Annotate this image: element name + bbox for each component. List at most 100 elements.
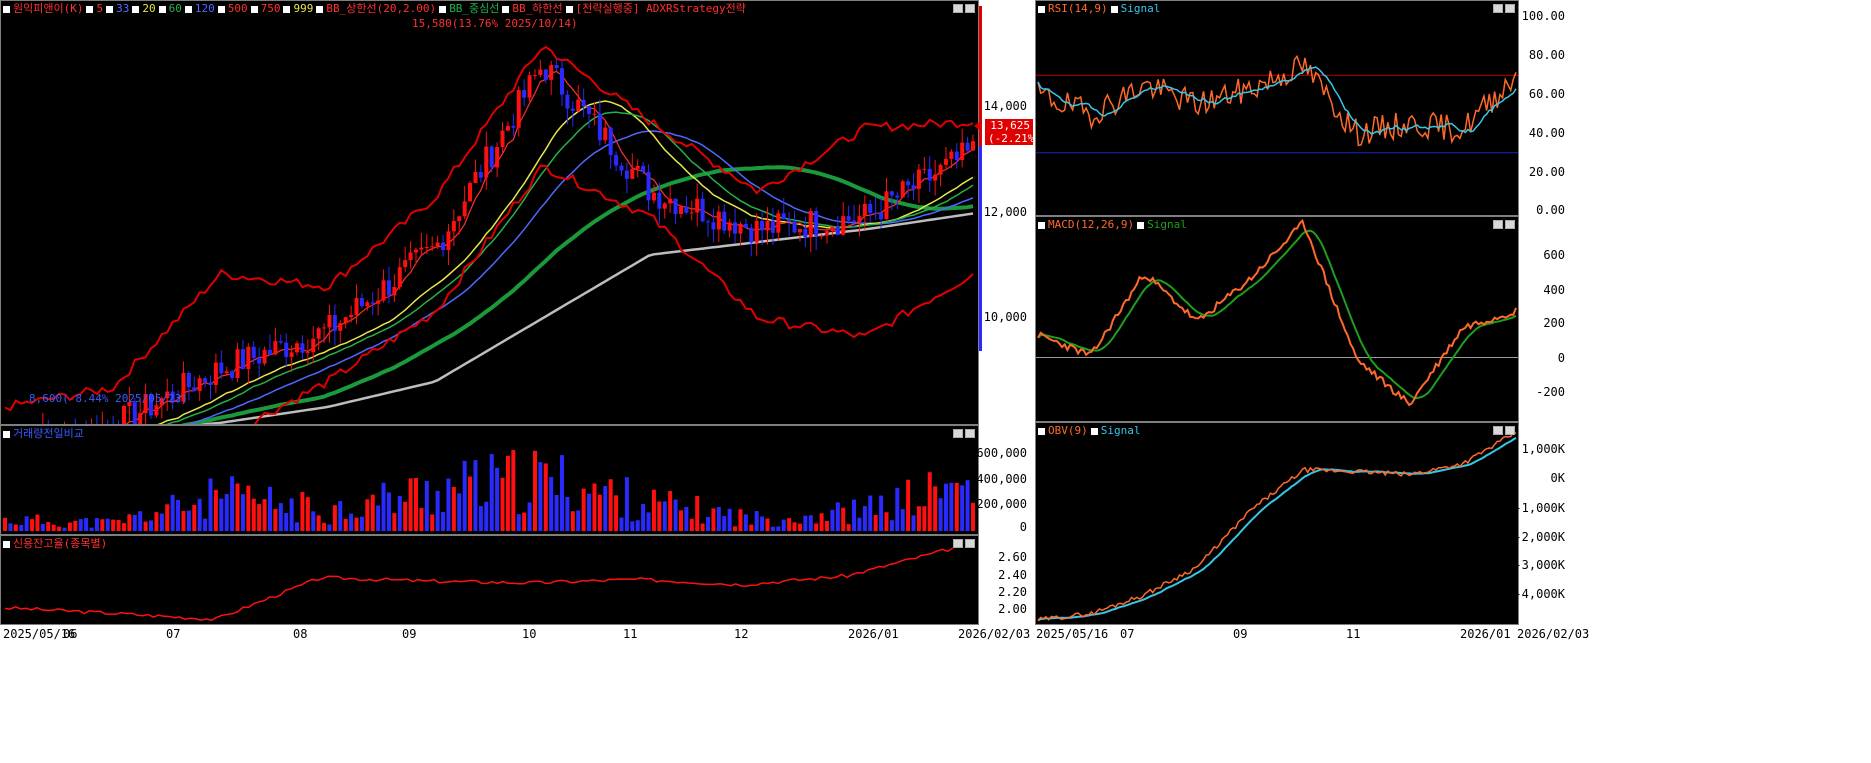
volume-bar [673, 499, 678, 531]
close-button[interactable] [965, 4, 975, 13]
candle-body [538, 69, 543, 76]
volume-bar [516, 514, 521, 531]
volume-bar [392, 513, 397, 531]
volume-bar [159, 513, 164, 531]
candle-body [862, 203, 867, 217]
candle-body [230, 371, 235, 378]
candle-body [879, 212, 884, 220]
close-button[interactable] [1505, 4, 1515, 13]
volume-bar [765, 518, 770, 531]
candle-body [203, 378, 208, 383]
minimize-button[interactable] [953, 429, 963, 438]
window-buttons[interactable] [1491, 219, 1515, 232]
volume-bar [846, 524, 851, 531]
candle-body [478, 172, 483, 178]
rsi-line [1037, 54, 1517, 147]
candle-body [819, 235, 824, 237]
volume-bar [300, 492, 305, 531]
candle-body [219, 362, 224, 374]
candle-body [208, 382, 213, 386]
price-tick: 12,000 [983, 205, 1027, 219]
close-button[interactable] [965, 539, 975, 548]
volume-bar [408, 478, 413, 531]
volume-bar [911, 515, 916, 531]
close-button[interactable] [1505, 426, 1515, 435]
x-tick: 2025/05/16 [1036, 627, 1109, 641]
candle-body [695, 198, 700, 213]
volume-bar [678, 510, 683, 531]
volume-panel: 거래량전일비교 [0, 425, 979, 535]
candle-body [403, 260, 408, 268]
window-buttons[interactable] [951, 3, 975, 16]
minimize-button[interactable] [1493, 220, 1503, 229]
candle-body [300, 343, 305, 353]
volume-bar [441, 511, 446, 531]
close-button[interactable] [965, 429, 975, 438]
volume-bar [3, 517, 7, 531]
candle-body [343, 317, 348, 324]
candle-body [911, 185, 916, 189]
volume-bar [646, 512, 651, 531]
volume-bar [354, 517, 359, 531]
volume-bar [954, 482, 959, 531]
volume-bar [386, 492, 391, 531]
volume-bar [457, 493, 462, 531]
minimize-button[interactable] [1493, 426, 1503, 435]
volume-bar [349, 513, 354, 531]
macd-panel: MACD(12,26,9) Signal [1035, 216, 1519, 422]
window-buttons[interactable] [1491, 3, 1515, 16]
rsi-tick: 40.00 [1528, 126, 1565, 140]
rsi-tick: 80.00 [1528, 48, 1565, 62]
candle-body [954, 151, 959, 161]
window-buttons[interactable] [951, 428, 975, 441]
candle-body [668, 198, 673, 204]
minimize-button[interactable] [953, 539, 963, 548]
candle-body [689, 212, 694, 214]
candle-body [489, 146, 494, 168]
candle-body [376, 300, 381, 304]
minimize-button[interactable] [1493, 4, 1503, 13]
rsi-tick: 60.00 [1528, 87, 1565, 101]
volume-bar [289, 498, 294, 531]
candle-body [138, 413, 143, 424]
volume-bar [257, 504, 262, 531]
volume-bar [24, 516, 29, 531]
volume-bar [8, 523, 13, 531]
window-buttons[interactable] [1491, 425, 1515, 438]
volume-bar [89, 527, 94, 531]
legend-swatch [158, 5, 166, 13]
volume-bar [868, 495, 873, 531]
volume-bar [570, 511, 575, 531]
volume-bar [376, 505, 381, 531]
close-button[interactable] [1505, 220, 1515, 229]
candle-body [370, 302, 375, 304]
volume-bar [170, 494, 175, 531]
legend-item: [전략실행중] ADXRStrategy전략 [575, 2, 746, 15]
volume-bar [413, 478, 418, 531]
candle-body [532, 75, 537, 77]
candle-body [587, 106, 592, 114]
obv-signal-line [1037, 436, 1517, 622]
volume-axis: 600,000 400,000 200,000 0 [976, 425, 1033, 535]
volume-bar [700, 523, 705, 531]
macd-axis: 600 400 200 0 -200 [1519, 216, 1571, 422]
macd-tick: 600 [1543, 248, 1565, 262]
candle-body [760, 220, 765, 231]
volume-bar [267, 486, 272, 531]
volume-bar [895, 487, 900, 531]
macd-chart-svg [1036, 218, 1518, 407]
candle-body [338, 323, 343, 331]
volume-bar [760, 516, 765, 531]
candle-body [240, 349, 245, 370]
candle-body [797, 228, 802, 233]
candle-body [121, 406, 126, 424]
volume-chart-svg [3, 450, 975, 531]
candle-body [349, 314, 354, 318]
minimize-button[interactable] [953, 4, 963, 13]
volume-bar [943, 483, 948, 531]
volume-bar [889, 520, 894, 531]
window-buttons[interactable] [951, 538, 975, 551]
candle-body [441, 242, 446, 251]
volume-bar [57, 526, 62, 531]
volume-bar [403, 501, 408, 531]
